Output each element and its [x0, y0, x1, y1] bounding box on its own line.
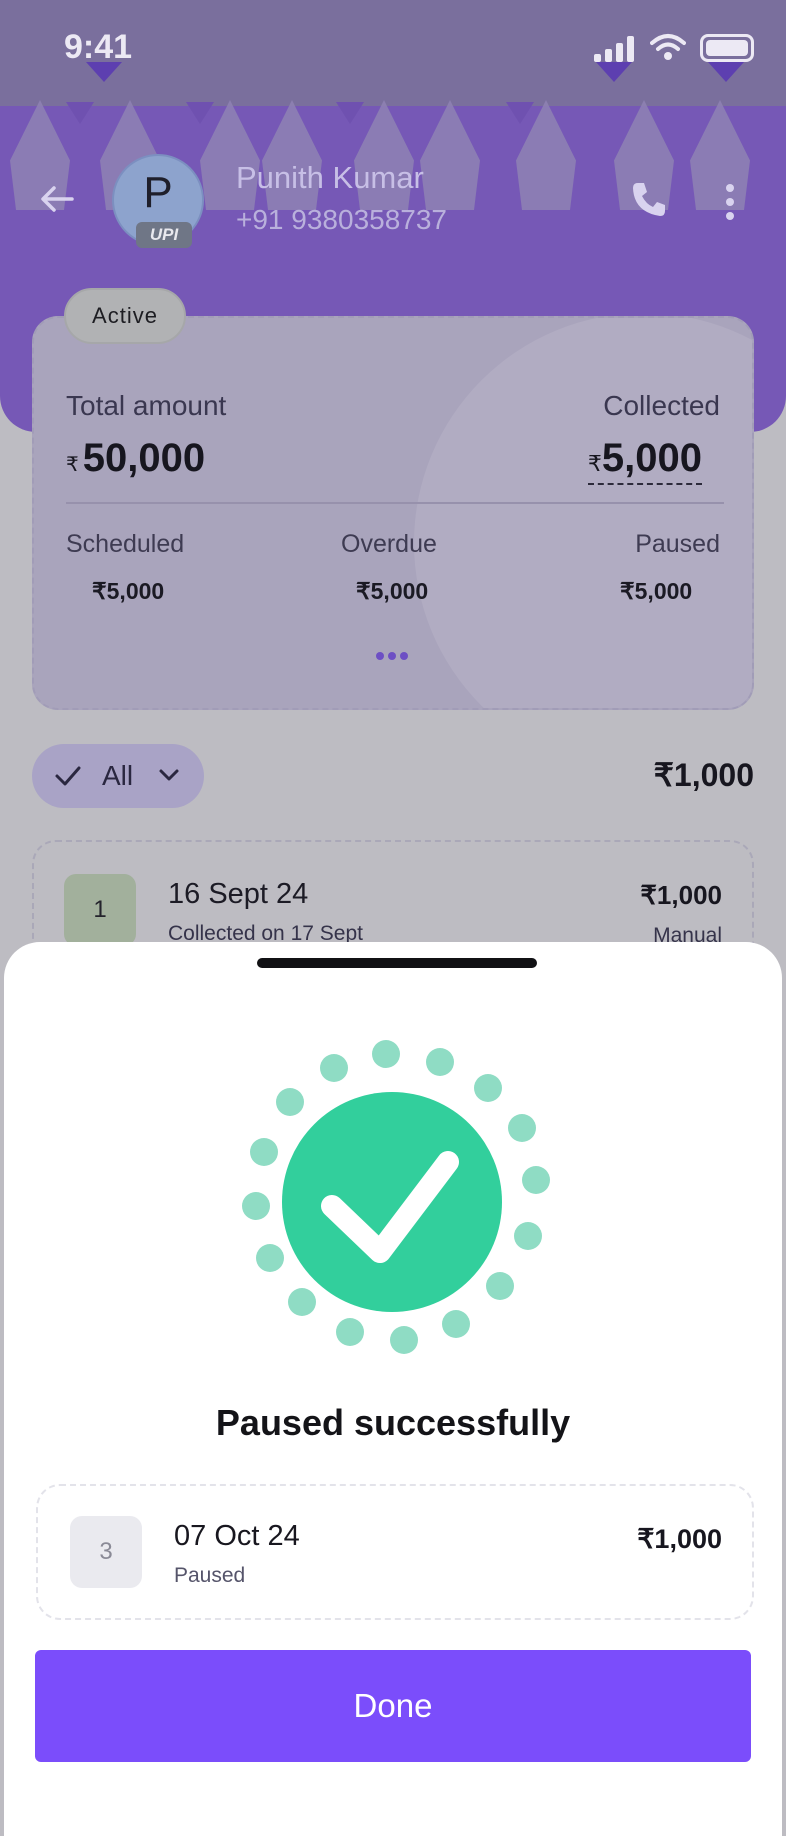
success-bottom-sheet: Paused successfully 3 07 Oct 24 Paused ₹…	[4, 942, 782, 1836]
installment-number: 3	[70, 1516, 142, 1588]
confetti-dot	[336, 1318, 364, 1346]
decor-circle	[414, 318, 752, 708]
decor-pin	[86, 62, 122, 82]
status-badge: Active	[64, 288, 186, 344]
confetti-dot	[372, 1040, 400, 1068]
decor-notch	[506, 102, 534, 124]
currency-symbol: ₹	[66, 454, 79, 476]
decor-fringe	[516, 100, 576, 210]
signal-icon	[594, 36, 634, 62]
check-icon	[55, 766, 81, 786]
mandate-summary-card: Total amount Collected ₹50,000 ₹5,000 Sc…	[32, 316, 754, 710]
confetti-dot	[514, 1222, 542, 1250]
confetti-dot	[426, 1048, 454, 1076]
battery-icon	[700, 34, 754, 62]
decor-pin	[708, 62, 744, 82]
total-amount-number: 50,000	[82, 436, 206, 480]
stat-label-paused: Paused	[635, 530, 720, 558]
installment-status: Paused	[174, 1564, 246, 1587]
confetti-dot	[242, 1192, 270, 1220]
installment-date: 16 Sept 24	[168, 878, 309, 910]
stat-value-paused: ₹5,000	[620, 578, 693, 604]
success-check-icon	[321, 1151, 459, 1263]
total-amount-label: Total amount	[66, 390, 227, 421]
paused-installment-card: 3 07 Oct 24 Paused ₹1,000	[36, 1484, 754, 1620]
divider	[66, 502, 724, 504]
wifi-icon	[650, 34, 686, 60]
avatar-initial: P	[143, 168, 173, 217]
decor-notch	[66, 102, 94, 124]
installment-number: 1	[64, 874, 136, 946]
stat-label-overdue: Overdue	[341, 530, 437, 558]
phone-icon[interactable]	[628, 178, 670, 220]
currency-symbol: ₹	[587, 451, 602, 476]
stat-value-scheduled: ₹5,000	[92, 578, 165, 604]
more-vertical-icon[interactable]	[722, 182, 738, 222]
confetti-dot	[320, 1054, 348, 1082]
done-button[interactable]: Done	[35, 1650, 751, 1762]
upi-icon: UPI	[136, 222, 192, 248]
sheet-drag-handle[interactable]	[257, 958, 537, 968]
installment-amount: ₹1,000	[637, 1524, 722, 1554]
decor-pin	[596, 62, 632, 82]
decor-fringe	[420, 100, 480, 210]
confetti-dot	[442, 1310, 470, 1338]
filtered-total: ₹1,000	[653, 757, 754, 793]
success-title: Paused successfully	[215, 1402, 571, 1443]
installment-amount: ₹1,000	[640, 880, 722, 910]
confetti-dot	[256, 1244, 284, 1272]
decor-fringe	[690, 100, 750, 210]
collected-amount-number: 5,000	[601, 436, 702, 480]
confetti-dot	[508, 1114, 536, 1142]
stat-label-scheduled: Scheduled	[66, 530, 185, 558]
chevron-down-icon	[159, 769, 179, 781]
decor-notch	[336, 102, 364, 124]
contact-name: Punith Kumar	[236, 160, 424, 195]
confetti-dot	[250, 1138, 278, 1166]
success-illustration	[228, 1038, 558, 1368]
status-bar: 9:41	[0, 0, 786, 100]
collected-amount-value[interactable]: ₹5,000	[587, 436, 702, 485]
total-amount-value: ₹50,000	[66, 436, 205, 481]
installment-date: 07 Oct 24	[174, 1520, 300, 1552]
contact-phone: +91 9380358737	[236, 204, 447, 235]
back-arrow-icon[interactable]	[36, 178, 78, 220]
confetti-dot	[522, 1166, 550, 1194]
confetti-dot	[390, 1326, 418, 1354]
filter-label: All	[102, 760, 134, 791]
collected-label: Collected	[603, 390, 720, 421]
filter-dropdown[interactable]: All	[32, 744, 204, 808]
avatar: P UPI	[112, 154, 204, 248]
more-dots-icon[interactable]	[376, 652, 408, 660]
stat-value-overdue: ₹5,000	[356, 578, 429, 604]
decor-notch	[186, 102, 214, 124]
